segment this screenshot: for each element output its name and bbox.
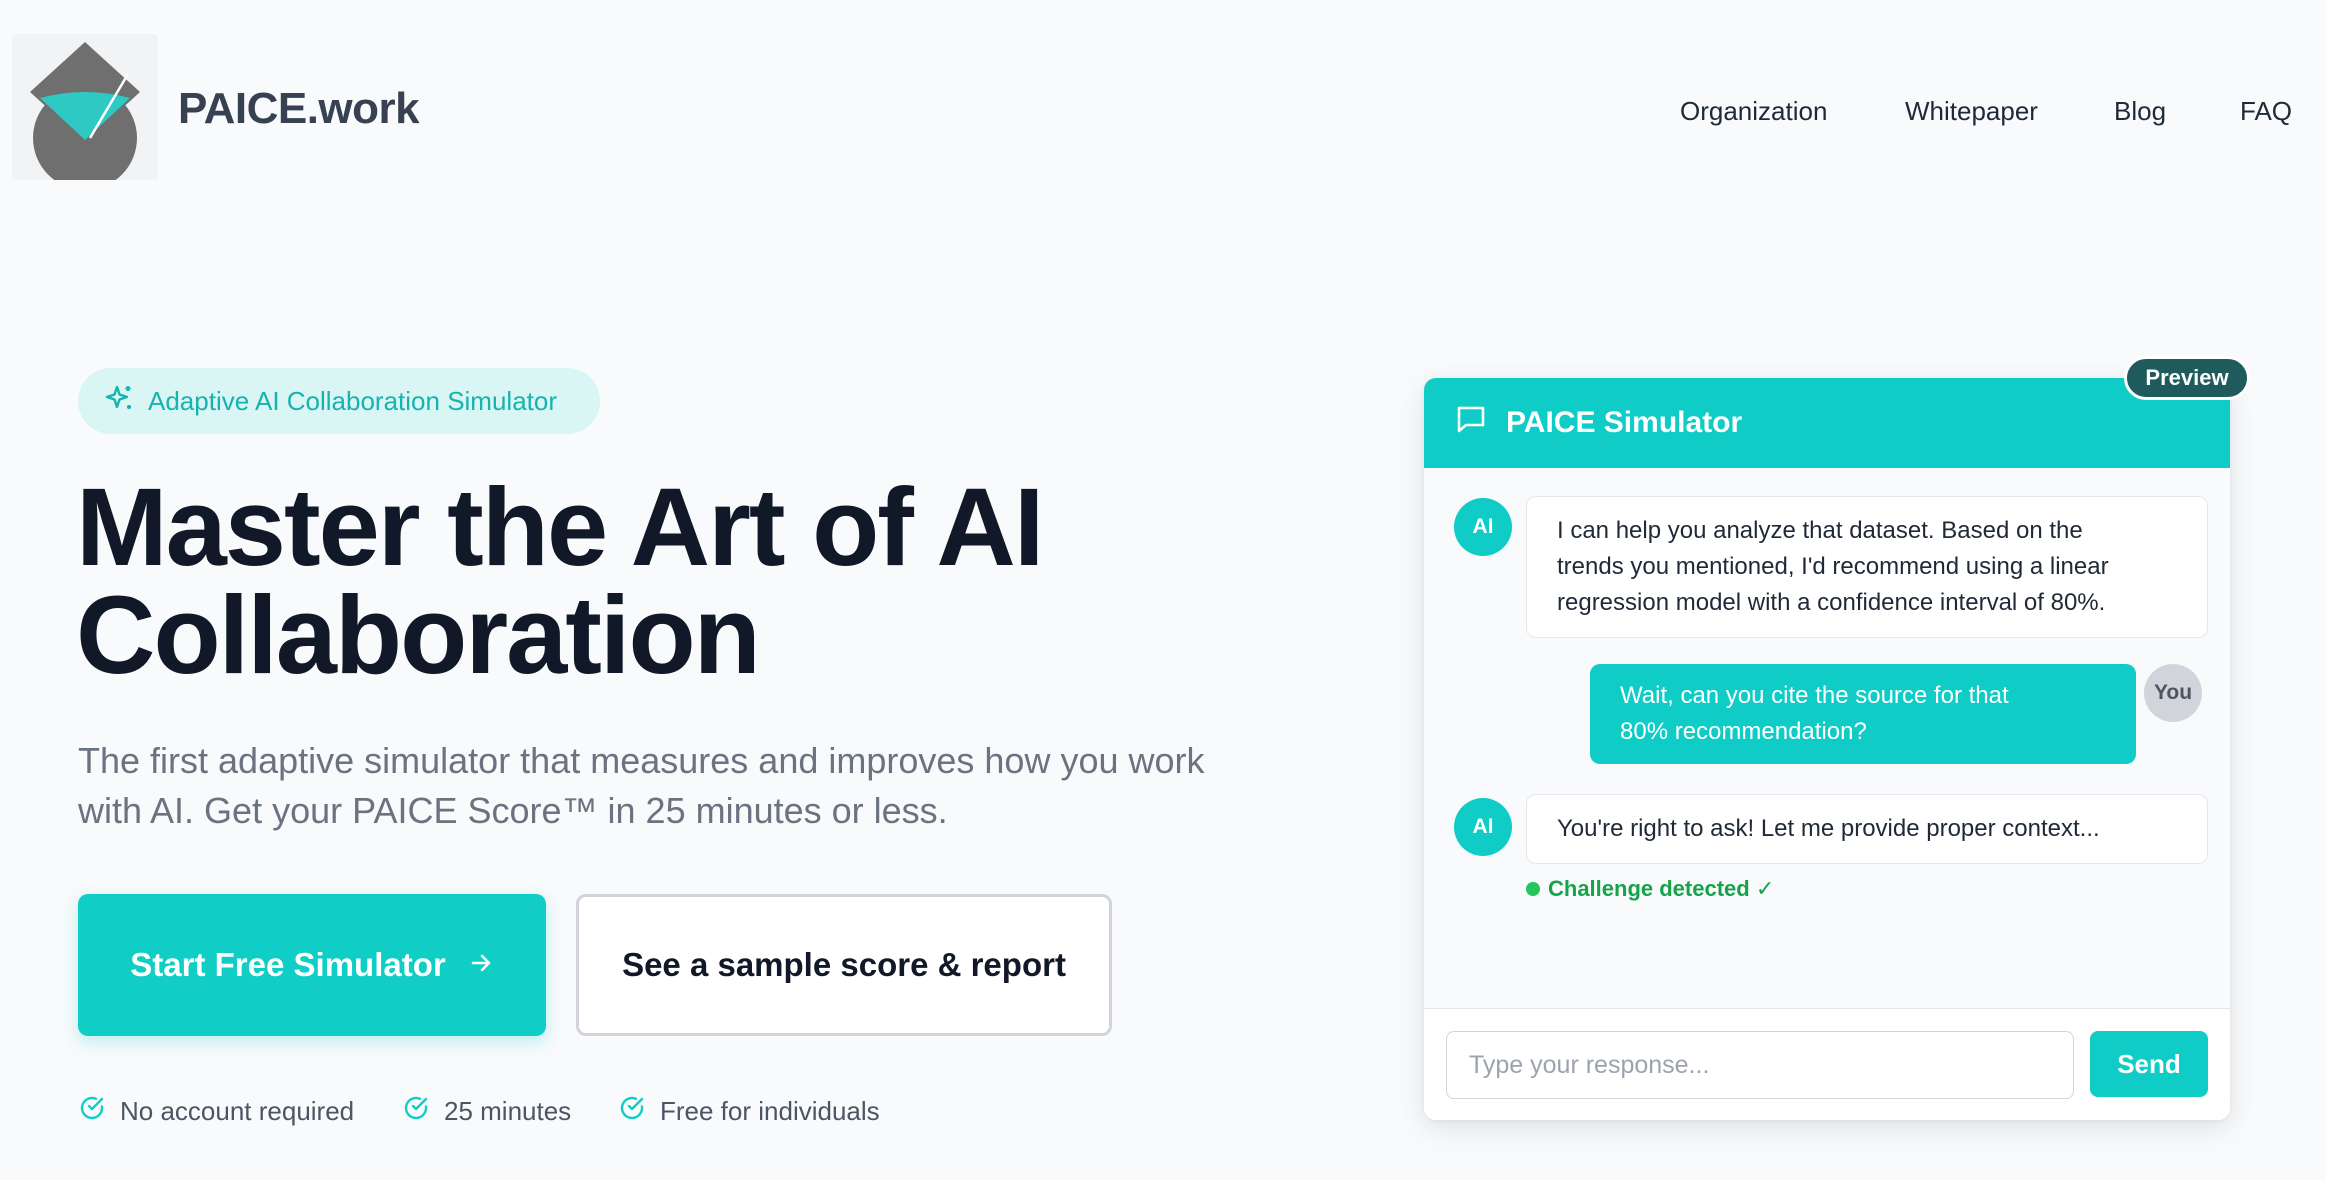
hero-badge: Adaptive AI Collaboration Simulator: [78, 368, 600, 434]
user-message: Wait, can you cite the source for that 8…: [1590, 664, 2136, 764]
chat-bubble-icon: [1454, 402, 1488, 444]
hero-headline: Master the Art of AI Collaboration: [76, 473, 1256, 691]
subtitle-line-2: with AI. Get your PAICE Score™ in 25 min…: [78, 790, 948, 831]
message-line: Wait, can you cite the source for that: [1620, 682, 2009, 709]
chat-title: PAICE Simulator: [1506, 406, 1743, 439]
status-dot: [1526, 882, 1540, 896]
nav-organization[interactable]: Organization: [1680, 96, 1827, 127]
challenge-label: Challenge detected ✓: [1548, 876, 1775, 901]
chat-header: PAICE Simulator: [1424, 378, 2230, 468]
ai-message: I can help you analyze that dataset. Bas…: [1526, 496, 2208, 638]
check-circle-icon: [618, 1094, 646, 1129]
sparkle-icon: [104, 383, 134, 420]
start-simulator-label: Start Free Simulator: [130, 946, 446, 983]
nav-faq[interactable]: FAQ: [2240, 96, 2292, 127]
message-line: regression model with a confidence inter…: [1557, 589, 2106, 616]
main-nav: Organization Whitepaper Blog FAQ: [0, 96, 2326, 136]
check-circle-icon: [78, 1094, 106, 1129]
feature-label: No account required: [120, 1096, 355, 1126]
subtitle-line-1: The first adaptive simulator that measur…: [78, 740, 1205, 781]
chat-input-bar: Send: [1424, 1008, 2230, 1120]
feature-list: No account required 25 minutes Free for …: [0, 1094, 1200, 1130]
feature-item: Free for individuals: [618, 1094, 880, 1129]
message-line: trends you mentioned, I'd recommend usin…: [1557, 553, 2109, 580]
feature-label: Free for individuals: [660, 1096, 880, 1126]
chat-preview-card: PAICE Simulator AI I can help you analyz…: [1424, 378, 2230, 1120]
arrow-right-icon: [468, 946, 494, 984]
hero-subtitle: The first adaptive simulator that measur…: [78, 736, 1238, 836]
message-line: 80% recommendation?: [1620, 718, 1867, 745]
ai-message: You're right to ask! Let me provide prop…: [1526, 794, 2208, 864]
nav-whitepaper[interactable]: Whitepaper: [1905, 96, 2038, 127]
badge-label: Adaptive AI Collaboration Simulator: [148, 385, 558, 416]
headline-line-2: Collaboration: [76, 574, 761, 697]
ai-avatar: AI: [1454, 798, 1512, 856]
sample-report-button[interactable]: See a sample score & report: [576, 894, 1112, 1036]
ai-avatar: AI: [1454, 498, 1512, 556]
message-line: You're right to ask! Let me provide prop…: [1557, 815, 2100, 842]
feature-item: 25 minutes: [402, 1094, 571, 1129]
feature-item: No account required: [78, 1094, 354, 1129]
headline-line-1: Master the Art of AI: [76, 466, 1044, 589]
check-circle-icon: [402, 1094, 430, 1129]
response-input[interactable]: [1446, 1031, 2074, 1099]
challenge-status: Challenge detected ✓: [1526, 876, 1774, 902]
send-button[interactable]: Send: [2090, 1031, 2208, 1097]
start-simulator-button[interactable]: Start Free Simulator: [78, 894, 546, 1036]
preview-badge: Preview: [2124, 356, 2250, 400]
site-header: PAICE.work Organization Whitepaper Blog …: [0, 0, 2326, 222]
feature-label: 25 minutes: [444, 1096, 572, 1126]
message-line: I can help you analyze that dataset. Bas…: [1557, 517, 2083, 544]
nav-blog[interactable]: Blog: [2114, 96, 2166, 127]
user-avatar: You: [2144, 664, 2202, 722]
